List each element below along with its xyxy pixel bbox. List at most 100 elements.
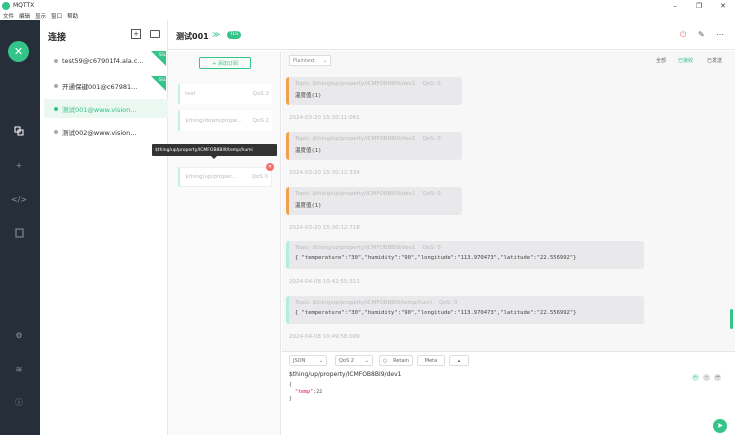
subscription-qos: QoS 2 bbox=[252, 91, 269, 97]
log-icon[interactable] bbox=[13, 227, 25, 239]
send-button[interactable]: ➤ bbox=[713, 419, 727, 433]
history-forward-icon[interactable]: → bbox=[714, 374, 721, 381]
new-subscription-button[interactable]: + 添加订阅 bbox=[199, 57, 251, 69]
title-bar: MQTTX – ❐ ✕ bbox=[0, 0, 735, 11]
payload-type-select[interactable]: JSON ⌄ bbox=[289, 355, 327, 366]
message-payload: 温度值(1) bbox=[295, 203, 322, 209]
message-bubble: Topic: $thing/up/property/ICMFOB8BI9/dev… bbox=[286, 241, 644, 269]
message-bubble: Topic: $thing/up/property/ICMFOB8BI9/dev… bbox=[286, 187, 462, 215]
main-panel: 测试001 ≫ TLS ⏻ ✎ ⋯ + 添加订阅 test QoS 2 $thi… bbox=[152, 20, 735, 435]
radio-circle-icon: ○ bbox=[383, 357, 388, 364]
script-icon[interactable]: </> bbox=[11, 193, 27, 205]
message-topic: Topic: $thing/up/property/ICMFOB8BI9/dev… bbox=[295, 245, 416, 251]
status-dot-icon bbox=[54, 129, 58, 134]
chevron-down-icon: ⌄ bbox=[318, 357, 323, 364]
message-time: 2024-03-20 15:30:11:061 bbox=[289, 115, 360, 121]
minimize-button[interactable]: – bbox=[663, 0, 687, 11]
edit-icon[interactable]: ✎ bbox=[698, 30, 705, 39]
topic-tooltip: $thing/up/property/ICMFOB8BI9/temp/humi bbox=[152, 144, 277, 156]
new-connection-button[interactable]: + bbox=[131, 29, 141, 39]
ssl-badge-text: SSL bbox=[158, 52, 166, 57]
menu-bar: 文件 编辑 显示 窗口 帮助 bbox=[0, 11, 735, 20]
menu-window[interactable]: 窗口 bbox=[51, 12, 62, 20]
ssl-badge-text: SSL bbox=[158, 77, 166, 82]
retain-checkbox[interactable]: ○ Retain bbox=[379, 355, 413, 366]
add-icon[interactable]: + bbox=[13, 159, 25, 171]
message-bubble: Topic: $thing/up/property/ICMFOB8BI9/tem… bbox=[286, 296, 644, 324]
payload-format-select[interactable]: Plaintext ⌄ bbox=[289, 55, 331, 66]
menu-help[interactable]: 帮助 bbox=[67, 12, 78, 20]
subscription-qos: QoS 2 bbox=[252, 118, 269, 124]
message-list[interactable]: Plaintext ⌄ 全部 已接收 已发送 Topic: $thing/up/… bbox=[282, 51, 735, 351]
connection-item-active[interactable]: 测试001@www.vision... bbox=[44, 99, 168, 118]
menu-view[interactable]: 显示 bbox=[35, 12, 46, 20]
payload-brace-open: { bbox=[289, 382, 293, 388]
qos-value: QoS 2 bbox=[339, 357, 354, 364]
connection-header: 测试001 ≫ TLS ⏻ ✎ ⋯ bbox=[168, 20, 735, 50]
menu-edit[interactable]: 编辑 bbox=[19, 12, 30, 20]
subscription-item-hovered[interactable]: $thing/up/proper... QoS 0 bbox=[178, 167, 272, 187]
connection-name: 开通保键001@c67981... bbox=[62, 82, 138, 91]
status-dot-icon bbox=[54, 83, 58, 88]
maximize-button[interactable]: ❐ bbox=[687, 0, 711, 11]
message-qos: QoS: 0 bbox=[422, 136, 441, 142]
collapse-up-icon[interactable]: ▴ bbox=[449, 355, 469, 366]
qos-select[interactable]: QoS 2 ⌄ bbox=[335, 355, 373, 366]
filter-tab-all[interactable]: 全部 bbox=[656, 57, 666, 64]
history-back-icon[interactable]: ← bbox=[692, 374, 699, 381]
status-dot-icon bbox=[54, 58, 58, 63]
scrollbar-thumb[interactable] bbox=[730, 309, 733, 329]
unsubscribe-close-icon[interactable]: ✕ bbox=[266, 163, 274, 171]
payload-brace-close: } bbox=[289, 396, 293, 402]
disconnect-power-icon[interactable]: ⏻ bbox=[680, 30, 686, 40]
message-qos: QoS: 0 bbox=[438, 300, 458, 306]
app-logo-icon bbox=[2, 1, 10, 10]
info-icon[interactable]: ⓘ bbox=[13, 396, 25, 408]
subscription-qos: QoS 0 bbox=[251, 174, 268, 180]
publish-topic-input[interactable]: $thing/up/property/ICMFOB8BI9/dev1 bbox=[289, 371, 401, 378]
filter-tab-received[interactable]: 已接收 bbox=[678, 57, 693, 64]
chevron-down-icon: ⌄ bbox=[322, 57, 327, 64]
close-window-button[interactable]: ✕ bbox=[711, 0, 735, 11]
payload-type-value: JSON bbox=[293, 357, 306, 364]
subscription-topic: $thing/down/prope... bbox=[185, 118, 243, 124]
connection-item[interactable]: 开通保键001@c67981... SSL bbox=[44, 76, 168, 95]
connection-item[interactable]: test59@c67901f4.ala.c... SSL bbox=[44, 51, 168, 70]
subscription-list: + 添加订阅 test QoS 2 $thing/down/prope... Q… bbox=[152, 51, 281, 435]
message-payload: { "temperature":"30","humidity":"90","lo… bbox=[295, 310, 577, 316]
filter-tab-published[interactable]: 已发送 bbox=[707, 57, 722, 64]
tooltip-arrow bbox=[211, 156, 217, 159]
message-payload: { "temperature":"30","humidity":"90","lo… bbox=[295, 255, 577, 261]
subscription-item[interactable]: test QoS 2 bbox=[178, 84, 272, 104]
about-icon[interactable]: ≋ bbox=[13, 363, 25, 375]
meta-button[interactable]: Meta bbox=[417, 355, 445, 366]
connection-item[interactable]: 测试002@www.vision... bbox=[44, 122, 168, 141]
settings-icon[interactable]: ⚙ bbox=[13, 329, 25, 341]
message-filter-bar: Plaintext ⌄ 全部 已接收 已发送 bbox=[282, 51, 735, 71]
message-payload: 温度值(1) bbox=[295, 148, 322, 154]
more-icon[interactable]: ⋯ bbox=[716, 30, 724, 39]
collapse-chevron-icon[interactable]: ≫ bbox=[212, 30, 220, 39]
subscription-item[interactable]: $thing/down/prope... QoS 2 bbox=[178, 111, 272, 131]
connection-name: 测试002@www.vision... bbox=[62, 128, 137, 137]
subscription-topic: $thing/up/proper... bbox=[185, 174, 237, 180]
status-dot-icon bbox=[54, 106, 58, 111]
new-window-button[interactable] bbox=[150, 30, 160, 38]
connection-title: 测试001 bbox=[176, 32, 209, 41]
connection-name: test59@c67901f4.ala.c... bbox=[62, 56, 144, 65]
retain-label: Retain bbox=[393, 357, 409, 364]
menu-file[interactable]: 文件 bbox=[3, 12, 14, 20]
message-topic: Topic: $thing/up/property/ICMFOB8BI9/dev… bbox=[295, 136, 416, 142]
window-controls: – ❐ ✕ bbox=[663, 0, 735, 11]
message-time: 2024-04-08 10:42:55:311 bbox=[289, 279, 360, 285]
connection-name: 测试001@www.vision... bbox=[62, 105, 137, 114]
publish-payload-editor[interactable]: { "temp":22 } bbox=[289, 382, 322, 403]
payload-key: "temp" bbox=[295, 389, 314, 395]
connections-header: 连接 bbox=[48, 33, 67, 43]
history-clear-icon[interactable]: – bbox=[703, 374, 710, 381]
connections-icon[interactable] bbox=[13, 125, 25, 137]
message-qos: QoS: 0 bbox=[422, 191, 441, 197]
message-topic: Topic: $thing/up/property/ICMFOB8BI9/dev… bbox=[295, 191, 416, 197]
chevron-down-icon: ⌄ bbox=[364, 357, 369, 364]
message-qos: QoS: 0 bbox=[422, 245, 441, 251]
